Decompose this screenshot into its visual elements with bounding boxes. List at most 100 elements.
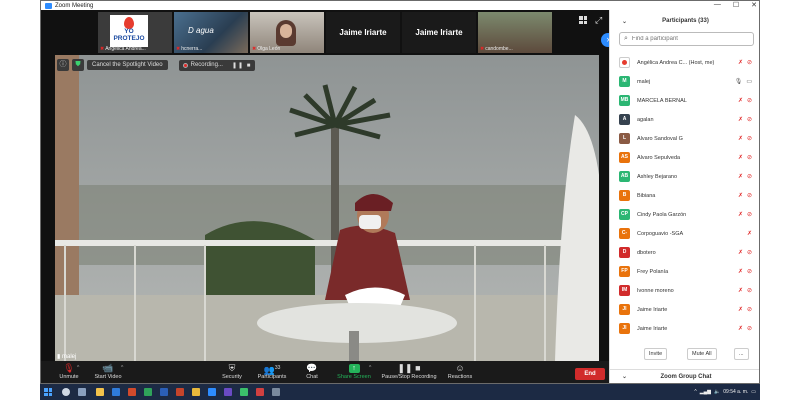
chevron-down-icon[interactable]: ⌄ <box>622 18 627 25</box>
office-icon[interactable] <box>128 388 136 396</box>
participant-status: ✗ ⊘ <box>738 97 752 104</box>
muted-mic-icon: ✗ <box>737 60 743 66</box>
windows-start-icon[interactable] <box>44 388 52 396</box>
volume-icon[interactable]: 🔈 <box>714 389 720 395</box>
acrobat-icon[interactable] <box>256 388 264 396</box>
excel-icon[interactable] <box>144 388 152 396</box>
participant-row[interactable]: IM Ivonne moreno ✗ ⊘ <box>610 281 759 300</box>
shield-icon[interactable]: ⛊ <box>72 59 84 71</box>
participant-row[interactable]: MB MARCELA BERNAL ✗ ⊘ <box>610 91 759 110</box>
search-icon[interactable] <box>62 388 70 396</box>
participants-count: 33 <box>274 365 281 371</box>
gallery-view-icon[interactable] <box>579 16 587 24</box>
teams-icon[interactable] <box>224 388 232 396</box>
avatar: A <box>619 114 630 125</box>
participant-name: MARCELA BERNAL <box>637 97 687 104</box>
participant-row[interactable]: AS Alvaro Sepulveda ✗ ⊘ <box>610 148 759 167</box>
participant-row[interactable]: CP Cindy Paola Garzón ✗ ⊘ <box>610 205 759 224</box>
participant-row[interactable]: Aagalan ✗ ⊘ <box>610 110 759 129</box>
participant-row[interactable]: L Alvaro Sandoval G ✗ ⊘ <box>610 129 759 148</box>
thumbnail-tile[interactable]: D agua ✖ hcnerra... <box>174 12 248 53</box>
fullscreen-icon[interactable]: ⤢ <box>595 15 602 26</box>
app-icon[interactable] <box>272 388 280 396</box>
muted-mic-icon: ✖ <box>100 46 105 52</box>
recording-indicator: Recording... ❚❚ ■ <box>178 59 256 71</box>
participant-row[interactable]: AB Ashley Bejarano ✗ ⊘ <box>610 167 759 186</box>
notifications-icon[interactable]: ▭ <box>751 389 756 395</box>
search-input[interactable] <box>631 36 742 42</box>
muted-mic-icon: ✗ <box>737 136 743 142</box>
participant-row[interactable]: B Bibiana ✗ ⊘ <box>610 186 759 205</box>
participants-title: Participants (33) <box>662 18 709 24</box>
participant-row[interactable]: Angélica Andrea C... (Host, me) ✗ ⊘ <box>610 53 759 72</box>
word-icon[interactable] <box>160 388 168 396</box>
mute-all-button[interactable]: Mute All <box>687 348 717 360</box>
participant-name: Frey Polanía <box>637 268 669 275</box>
participant-name: Corpoguavio -SGA <box>637 230 684 237</box>
start-video-button[interactable]: 📹 Start Video <box>83 363 133 380</box>
chrome-icon[interactable] <box>192 388 200 396</box>
cancel-spotlight-button[interactable]: Cancel the Spotlight Video <box>87 60 168 70</box>
recording-label: Recording... <box>190 62 223 68</box>
reactions-button[interactable]: ☺ Reactions <box>435 363 485 380</box>
muted-mic-icon: ✗ <box>737 155 743 161</box>
avatar: C- <box>619 228 630 239</box>
record-button[interactable]: ❚❚ ■ Pause/Stop Recording <box>381 363 437 380</box>
chevron-down-icon[interactable]: ⌄ <box>622 373 627 380</box>
info-icon[interactable]: ⓘ <box>57 59 69 71</box>
participant-row[interactable]: Ddbotero ✗ ⊘ <box>610 243 759 262</box>
participant-name: Ashley Bejarano <box>637 173 678 180</box>
audio-options-caret-icon[interactable]: ^ <box>77 365 79 371</box>
video-off-icon: ⊘ <box>746 136 752 142</box>
muted-mic-icon: ✗ <box>737 174 743 180</box>
invite-button[interactable]: Invite <box>644 348 668 360</box>
close-button[interactable]: ✕ <box>751 1 757 9</box>
thumbnail-tile[interactable]: ✖ Olga León <box>250 12 324 53</box>
avatar: IM <box>619 285 630 296</box>
security-label: Security <box>222 374 242 380</box>
participant-status: ✗ ⊘ <box>738 59 752 66</box>
record-dot-icon <box>182 62 188 68</box>
tray-chevron-icon[interactable]: ^ <box>694 389 696 395</box>
clock[interactable]: 09:54 a. m. <box>723 389 748 395</box>
video-off-icon: ⊘ <box>746 326 752 332</box>
chat-title: Zoom Group Chat <box>660 373 712 380</box>
share-screen-icon: ↑ <box>348 364 360 373</box>
more-button[interactable]: ... <box>734 348 749 360</box>
participant-row[interactable]: Mmalej 🎙 ▭ <box>610 72 759 91</box>
smiley-icon: ☺ <box>455 363 465 373</box>
group-chat-header[interactable]: ⌄ Zoom Group Chat <box>610 369 759 383</box>
participant-row[interactable]: JI Jaime Iriarte ✗ ⊘ <box>610 319 759 338</box>
share-screen-button[interactable]: ↑ Share Screen <box>329 363 379 380</box>
share-options-caret-icon[interactable]: ^ <box>369 365 371 371</box>
task-view-icon[interactable] <box>78 388 86 396</box>
whatsapp-icon[interactable] <box>240 388 248 396</box>
panel-scrollbar[interactable] <box>759 301 760 331</box>
maximize-button[interactable]: ☐ <box>733 1 739 9</box>
thumbnail-name: hcnerra... <box>181 46 203 52</box>
thumbnail-tile[interactable]: YO PROTEJO ✖ Angélica Andrea... <box>98 12 172 53</box>
thumbnail-tile[interactable]: Jaime Iriarte <box>402 12 476 53</box>
file-explorer-icon[interactable] <box>96 388 104 396</box>
video-name-label: ▮ malej <box>57 353 76 360</box>
video-overlay-text: D agua <box>188 26 214 35</box>
muted-mic-icon: ✗ <box>737 326 743 332</box>
unmute-label: Unmute <box>59 374 79 380</box>
network-icon[interactable]: ▂▄▆ <box>700 389 711 395</box>
zoom-taskbar-icon[interactable] <box>208 388 216 396</box>
participant-row[interactable]: JI Jaime Iriarte ✗ ⊘ <box>610 300 759 319</box>
participant-row[interactable]: C- Corpoguavio -SGA ✗ <box>610 224 759 243</box>
powerpoint-icon[interactable] <box>176 388 184 396</box>
video-icon: ▭ <box>746 79 752 85</box>
person-face <box>280 24 292 38</box>
participant-name: Cindy Paola Garzón <box>637 211 687 218</box>
video-options-caret-icon[interactable]: ^ <box>121 365 123 371</box>
thumbnail-tile[interactable]: Jaime Iriarte <box>326 12 400 53</box>
edge-icon[interactable] <box>112 388 120 396</box>
video-off-icon: ⊘ <box>746 60 752 66</box>
pause-stop-icon[interactable]: ❚❚ ■ <box>232 62 251 69</box>
participant-row[interactable]: FP Frey Polanía ✗ ⊘ <box>610 262 759 281</box>
minimize-button[interactable]: — <box>714 1 721 9</box>
end-button[interactable]: End <box>575 368 605 380</box>
thumbnail-tile[interactable]: ✖ candombe... <box>478 12 552 53</box>
